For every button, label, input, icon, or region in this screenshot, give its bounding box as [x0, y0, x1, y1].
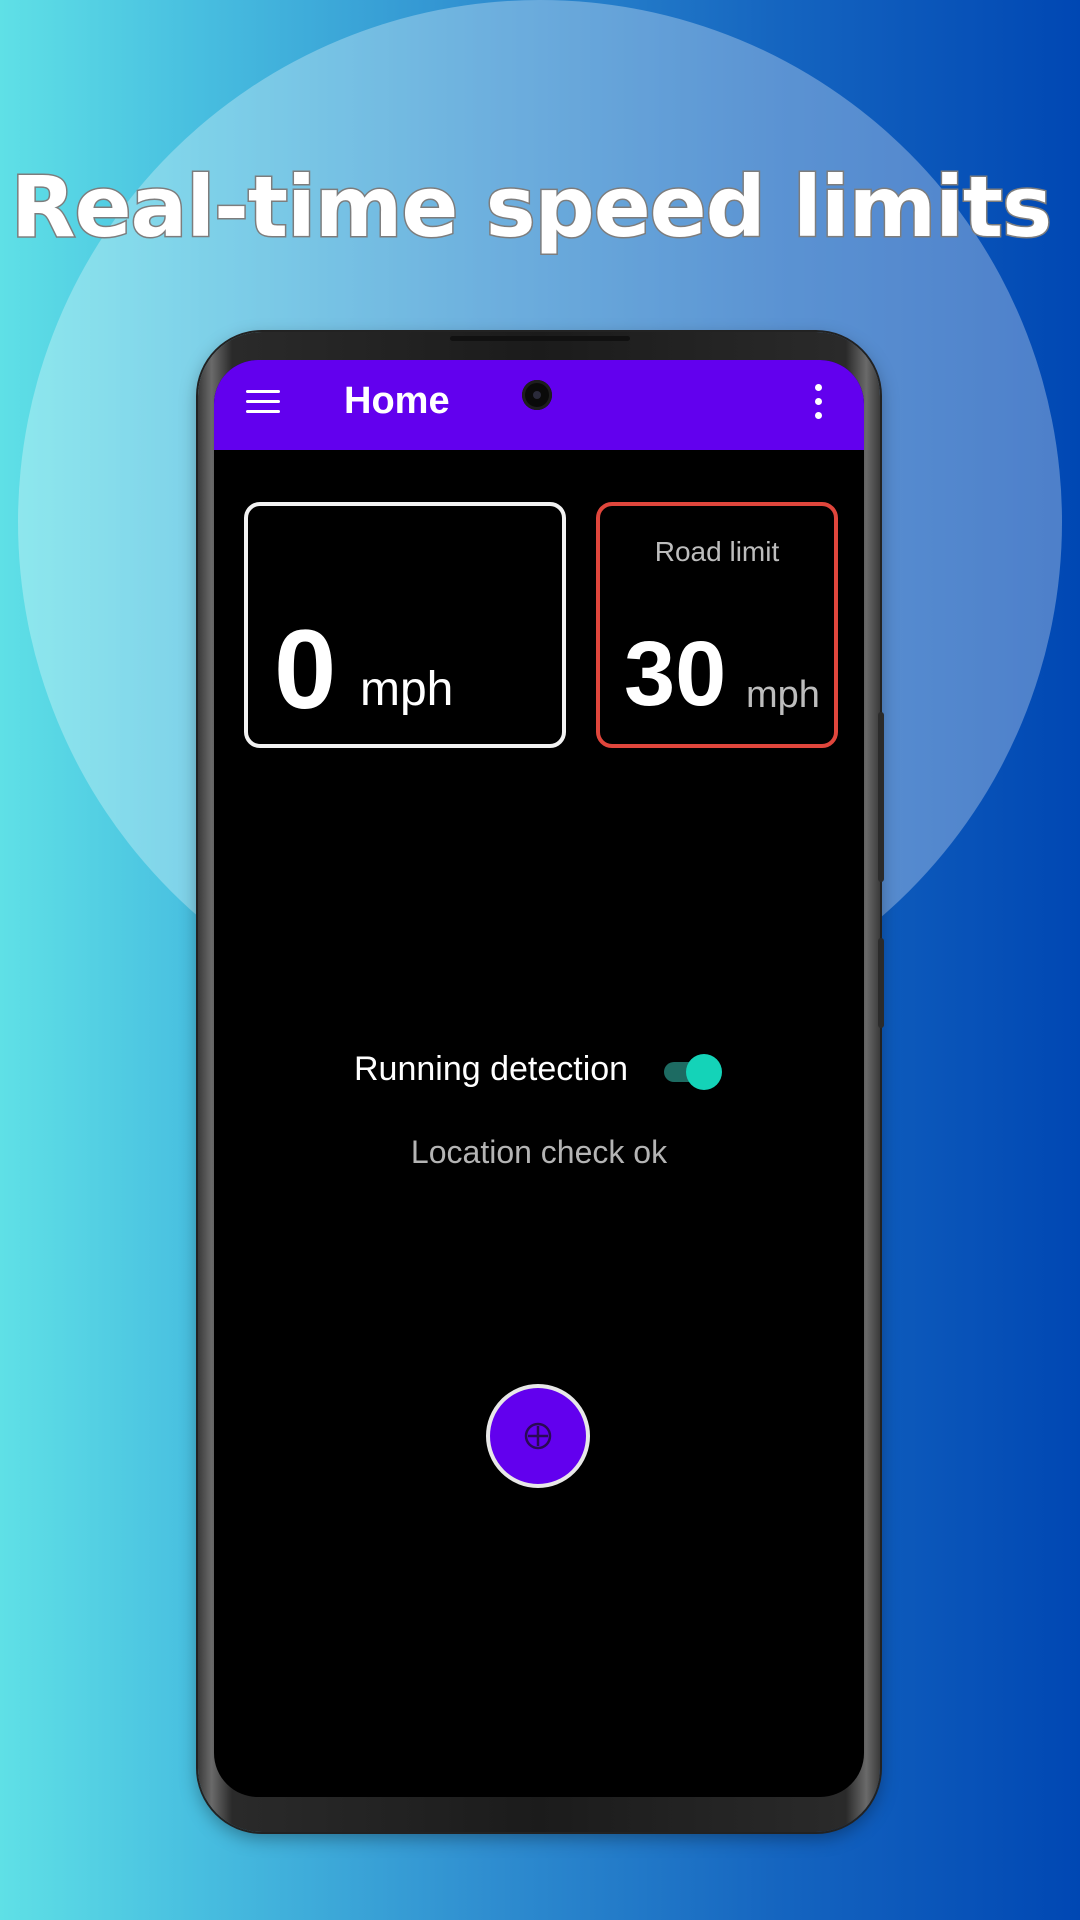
front-camera: [522, 380, 552, 410]
current-speed-value: 0: [274, 607, 337, 732]
target-plus-icon: [524, 1422, 552, 1450]
toggle-thumb: [686, 1054, 722, 1090]
phone-speaker: [450, 336, 630, 341]
phone-screen: Home 0 mph Road limit 30 mph Running det…: [214, 360, 864, 1797]
phone-volume-button: [878, 712, 884, 882]
running-detection-toggle[interactable]: [662, 1054, 722, 1090]
add-fab-button[interactable]: [486, 1384, 590, 1488]
more-vertical-icon[interactable]: [812, 382, 826, 422]
road-limit-card: Road limit 30 mph: [596, 502, 838, 748]
hamburger-menu-icon[interactable]: [246, 386, 282, 416]
road-limit-value: 30: [624, 623, 727, 725]
current-speed-unit: mph: [360, 663, 454, 716]
app-bar: Home: [214, 360, 864, 450]
current-speed-card: 0 mph: [244, 502, 566, 748]
road-limit-label: Road limit: [654, 536, 780, 567]
app-bar-title: Home: [344, 380, 450, 422]
location-status-text: Location check ok: [410, 1134, 668, 1170]
running-detection-label: Running detection: [354, 1050, 629, 1088]
road-limit-unit: mph: [746, 674, 820, 716]
phone-power-button: [878, 938, 884, 1028]
promo-headline: Real-time speed limits: [9, 157, 1053, 258]
